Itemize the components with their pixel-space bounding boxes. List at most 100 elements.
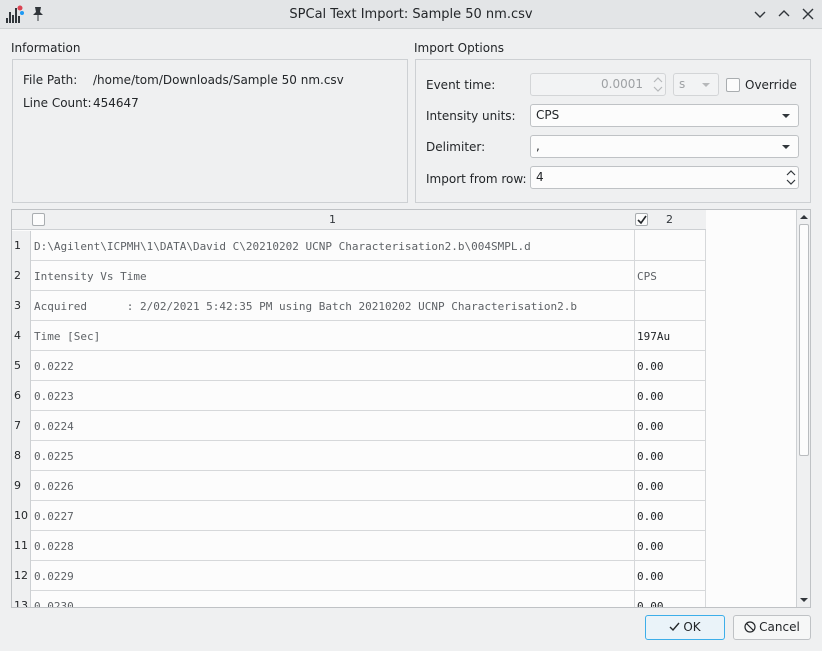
import-from-row-value: 4 (536, 170, 544, 184)
intensity-units-select[interactable]: CPS (530, 104, 799, 127)
ok-button[interactable]: OK (645, 615, 725, 640)
row-divider (31, 530, 705, 531)
scroll-up-icon[interactable] (799, 213, 809, 221)
checkmark-icon (669, 622, 680, 632)
row-number: 9 (12, 471, 31, 501)
table-cell: 0.00 (637, 600, 664, 608)
table-cell: Intensity Vs Time (34, 270, 147, 283)
table-cell: 0.0223 (34, 390, 74, 403)
spin-arrows-icon[interactable] (785, 168, 797, 187)
cancel-icon (744, 621, 756, 633)
row-number: 4 (12, 321, 31, 351)
row-divider (31, 410, 705, 411)
column-1-header[interactable]: 1 (329, 213, 336, 226)
table-cell: 0.00 (637, 510, 664, 523)
close-icon[interactable] (800, 6, 816, 22)
scrollbar-thumb[interactable] (799, 224, 809, 456)
import-from-row-label: Import from row: (426, 172, 527, 186)
maximize-icon[interactable] (776, 6, 792, 22)
row-divider (31, 290, 705, 291)
table-cell: 0.0225 (34, 450, 74, 463)
column-divider (705, 230, 706, 607)
chevron-down-icon (702, 83, 710, 87)
table-cell: D:\Agilent\ICPMH\1\DATA\David C\20210202… (34, 240, 531, 253)
ok-label: OK (683, 620, 701, 634)
row-number: 3 (12, 291, 31, 321)
event-time-unit-value: s (679, 77, 686, 91)
row-divider (31, 500, 705, 501)
table-cell: CPS (637, 270, 657, 283)
minimize-icon[interactable] (752, 6, 768, 22)
line-count-value: 454647 (93, 96, 139, 110)
file-path-label: File Path: (23, 73, 78, 87)
table-cell: 0.0224 (34, 420, 74, 433)
table-cell: 0.0228 (34, 540, 74, 553)
row-divider (31, 560, 705, 561)
row-number: 8 (12, 441, 31, 471)
chevron-down-icon (782, 145, 790, 149)
row-number: 10 (12, 501, 31, 531)
delimiter-label: Delimiter: (426, 140, 486, 154)
column-2-checkbox[interactable] (635, 213, 648, 226)
row-divider (31, 590, 705, 591)
row-divider (31, 470, 705, 471)
checkmark-icon (637, 215, 647, 225)
event-time-unit-select[interactable]: s (673, 73, 719, 96)
table-cell: 0.00 (637, 570, 664, 583)
table-cell: 0.00 (637, 450, 664, 463)
row-divider (31, 350, 705, 351)
row-divider (31, 260, 705, 261)
row-number: 1 (12, 231, 31, 261)
table-cell: 0.0229 (34, 570, 74, 583)
file-path-value: /home/tom/Downloads/Sample 50 nm.csv (93, 73, 344, 87)
table-cell: Time [Sec] (34, 330, 101, 343)
cancel-label: Cancel (759, 620, 800, 634)
override-label: Override (745, 78, 797, 92)
chevron-down-icon (782, 114, 790, 118)
table-cell: 0.00 (637, 480, 664, 493)
column-divider (634, 230, 635, 607)
delimiter-select[interactable]: , (530, 135, 799, 158)
table-cell: 0.00 (637, 540, 664, 553)
table-cell: 0.0230 (34, 600, 74, 608)
row-number: 13 (12, 591, 31, 607)
table-cell: 0.0226 (34, 480, 74, 493)
table-cell: 0.00 (637, 420, 664, 433)
table-header: 1 2 (12, 210, 706, 230)
row-number: 12 (12, 561, 31, 591)
table-cell: 0.0227 (34, 510, 74, 523)
table-cell: 0.00 (637, 360, 664, 373)
table-cell: 197Au (637, 330, 671, 343)
row-divider (31, 380, 705, 381)
table-cell: 0.00 (637, 390, 664, 403)
row-divider (31, 320, 705, 321)
event-time-spinbox[interactable]: 0.0001 (530, 73, 666, 96)
scroll-down-icon[interactable] (799, 596, 809, 604)
row-divider (31, 440, 705, 441)
intensity-units-value: CPS (536, 108, 560, 122)
spin-arrows-icon[interactable] (652, 75, 664, 94)
column-2-header[interactable]: 2 (666, 213, 673, 226)
vertical-scrollbar[interactable] (796, 210, 810, 607)
import-options-frame: Event time: 0.0001 s Override Intensity … (415, 59, 811, 203)
event-time-label: Event time: (426, 78, 496, 92)
window-title: SPCal Text Import: Sample 50 nm.csv (289, 7, 533, 22)
line-count-label: Line Count: (23, 96, 92, 110)
row-number: 6 (12, 381, 31, 411)
row-number: 2 (12, 261, 31, 291)
delimiter-value: , (536, 139, 540, 153)
title-bar: SPCal Text Import: Sample 50 nm.csv (0, 0, 822, 29)
event-time-value: 0.0001 (601, 77, 643, 91)
information-frame: File Path: /home/tom/Downloads/Sample 50… (12, 59, 408, 203)
information-group-title: Information (11, 41, 81, 55)
table-cell: 0.0222 (34, 360, 74, 373)
row-number: 7 (12, 411, 31, 441)
row-number: 11 (12, 531, 31, 561)
preview-table[interactable]: 1 2 1 D:\Agilent\ICPMH\1\DATA\David C\202… (11, 209, 811, 608)
cancel-button[interactable]: Cancel (733, 615, 811, 640)
override-checkbox[interactable] (726, 78, 740, 92)
column-1-checkbox[interactable] (32, 213, 45, 226)
intensity-units-label: Intensity units: (426, 109, 516, 123)
import-from-row-spinbox[interactable]: 4 (530, 166, 799, 189)
table-cell: Acquired : 2/02/2021 5:42:35 PM using Ba… (34, 300, 578, 313)
